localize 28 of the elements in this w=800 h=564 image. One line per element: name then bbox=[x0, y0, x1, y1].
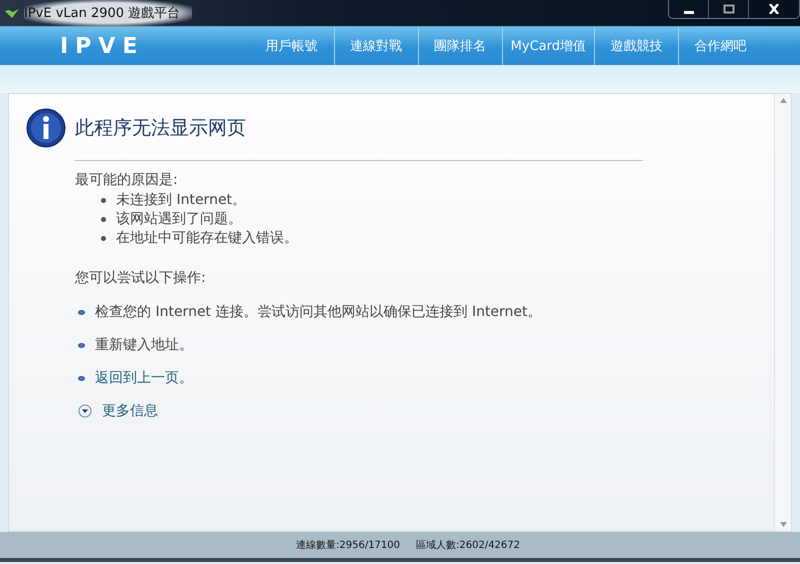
close-icon bbox=[768, 4, 780, 14]
bullet-icon bbox=[78, 376, 85, 380]
bullet-icon bbox=[78, 342, 85, 348]
causes-intro: 最可能的原因是: bbox=[75, 171, 178, 189]
cause-text: 在地址中可能存在键入错误。 bbox=[116, 229, 298, 247]
minimize-icon bbox=[684, 11, 694, 14]
logo: IPVE bbox=[60, 34, 144, 58]
page-heading: 此程序无法显示网页 bbox=[75, 116, 246, 141]
bullet-icon bbox=[78, 310, 85, 314]
back-link[interactable]: 返回到上一页。 bbox=[95, 369, 193, 387]
scroll-down-icon bbox=[780, 522, 786, 527]
cause-text: 未连接到 Internet。 bbox=[116, 191, 246, 209]
nav-item[interactable]: 用戶帳號 bbox=[250, 27, 334, 65]
more-info-link[interactable]: 更多信息 bbox=[102, 402, 158, 420]
scrollbar[interactable] bbox=[774, 94, 791, 531]
cause-text: 该网站遇到了问题。 bbox=[116, 210, 242, 228]
scroll-up-icon bbox=[780, 98, 786, 103]
status-text: 連線數量:2956/17100 bbox=[296, 538, 400, 552]
bullet-icon bbox=[101, 198, 106, 202]
window-title: IPvE vLan 2900 遊戲平台 bbox=[24, 0, 192, 26]
bullet-icon bbox=[101, 216, 106, 222]
maximize-icon bbox=[722, 4, 734, 14]
bullet-icon bbox=[101, 236, 106, 240]
status-text: 區域人數:2602/42672 bbox=[416, 538, 520, 552]
action-text: 检查您的 Internet 连接。尝试访问其他网站以确保已连接到 Internet。 bbox=[95, 303, 542, 321]
actions-intro: 您可以尝试以下操作: bbox=[75, 269, 206, 287]
action-text: 重新键入地址。 bbox=[95, 336, 193, 354]
info-icon bbox=[26, 108, 66, 148]
